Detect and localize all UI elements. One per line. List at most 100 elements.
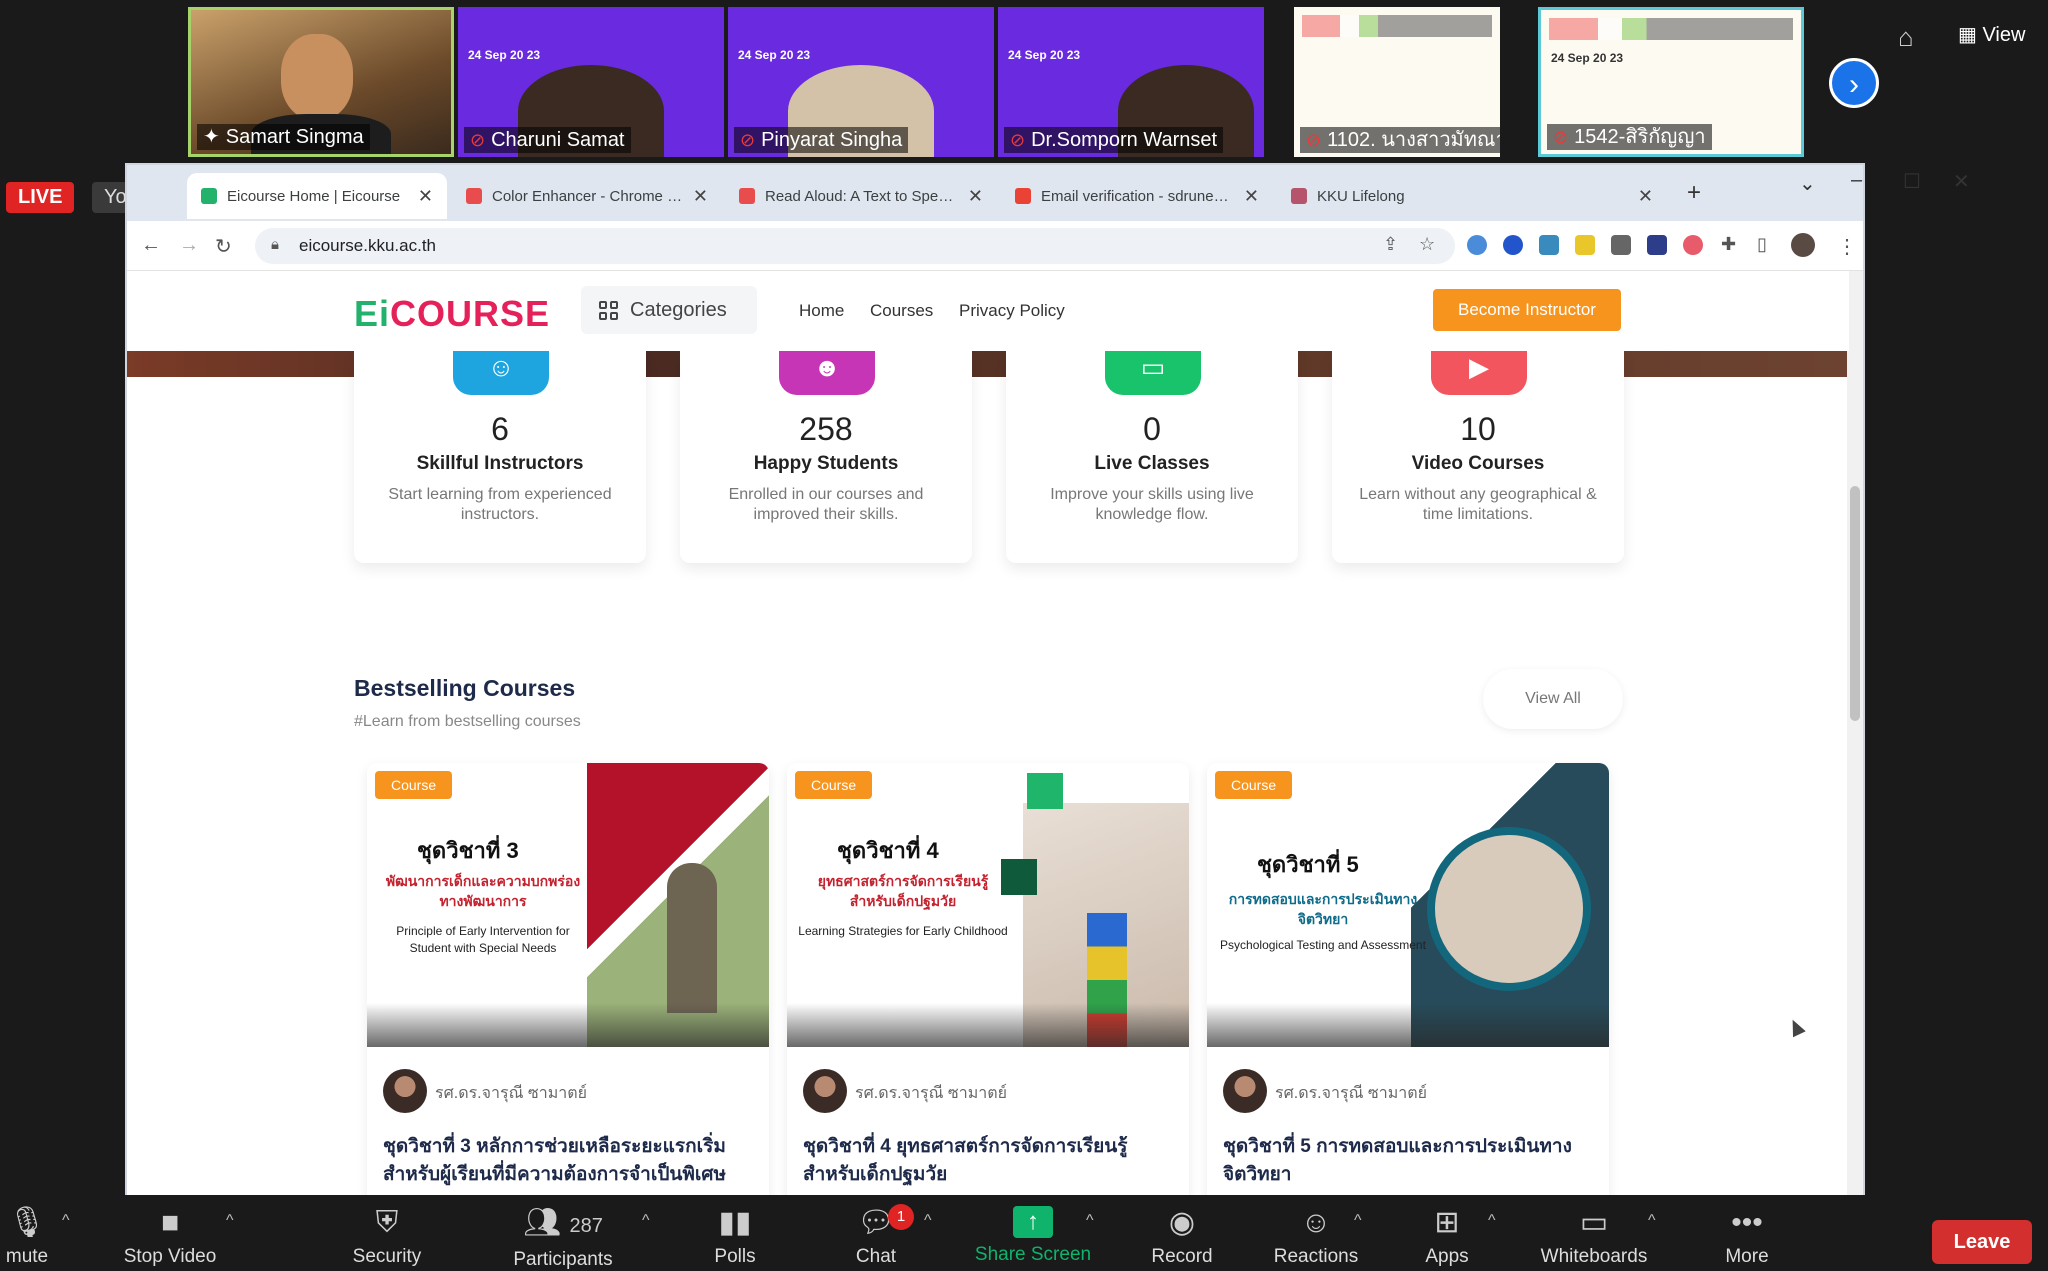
extension-icon[interactable] <box>1503 235 1523 255</box>
puzzle-icon[interactable]: ✚ <box>1721 234 1736 255</box>
become-instructor-button[interactable]: Become Instructor <box>1433 289 1621 331</box>
close-icon[interactable]: ✕ <box>1638 186 1653 207</box>
thumbnail-title: ชุดวิชาที่ 4 <box>837 838 939 863</box>
stat-description: Start learning from experienced instruct… <box>388 486 612 523</box>
reload-icon[interactable]: ↻ <box>215 234 232 259</box>
tab-read-aloud[interactable]: Read Aloud: A Text to Speech Vo ✕ <box>725 173 997 219</box>
extension-icon[interactable] <box>1647 235 1667 255</box>
tab-search-icon[interactable]: ⌄ <box>1799 171 1816 196</box>
grid-icon: ▦ <box>1958 24 1983 46</box>
close-icon[interactable]: ✕ <box>693 186 708 207</box>
nav-privacy-policy[interactable]: Privacy Policy <box>959 301 1065 321</box>
tab-kku-lifelong[interactable]: KKU Lifelong ✕ <box>1277 173 1667 219</box>
stat-description: Improve your skills using live knowledge… <box>1050 486 1254 523</box>
participants-button[interactable]: 👥︎ 287 Participants <box>500 1206 626 1271</box>
chevron-up-icon[interactable]: ^ <box>924 1212 932 1230</box>
view-all-button[interactable]: View All <box>1483 669 1623 729</box>
extension-icon[interactable] <box>1575 235 1595 255</box>
security-button[interactable]: ⛨ Security <box>342 1206 432 1268</box>
chevron-up-icon[interactable]: ^ <box>1488 1212 1496 1230</box>
minimize-icon[interactable]: – <box>1851 169 1862 192</box>
tab-eicourse[interactable]: Eicourse Home | Eicourse ✕ <box>187 173 447 219</box>
categories-button[interactable]: Categories <box>581 286 757 334</box>
chevron-up-icon[interactable]: ^ <box>226 1212 234 1230</box>
tab-email-verification[interactable]: Email verification - sdruned@gm ✕ <box>1001 173 1273 219</box>
share-screen-button[interactable]: ↑ Share Screen <box>966 1206 1100 1266</box>
scrollbar[interactable] <box>1847 271 1863 1195</box>
site-logo[interactable]: EiCOURSE <box>354 293 550 335</box>
whiteboards-button[interactable]: ▭ Whiteboards <box>1532 1206 1656 1268</box>
tab-favicon <box>466 188 482 204</box>
chevron-up-icon[interactable]: ^ <box>642 1212 650 1230</box>
video-tile[interactable]: 24 Sep 20 23 ⊘ Charuni Samat <box>458 7 724 157</box>
scrollbar-thumb[interactable] <box>1850 486 1860 721</box>
extension-icon[interactable] <box>1539 235 1559 255</box>
author-avatar <box>383 1069 427 1113</box>
chevron-up-icon[interactable]: ^ <box>1354 1212 1362 1230</box>
close-window-icon[interactable]: ✕ <box>1953 169 1970 194</box>
video-tile[interactable]: ✦ Samart Singma <box>188 7 454 157</box>
course-title[interactable]: ชุดวิชาที่ 3 หลักการช่วยเหลือระยะแรกเริ่… <box>383 1133 757 1189</box>
immersive-view-icon[interactable]: ⌂ <box>1898 22 1914 53</box>
close-icon[interactable]: ✕ <box>1244 186 1259 207</box>
chevron-up-icon[interactable]: ^ <box>1086 1212 1094 1230</box>
sidepanel-icon[interactable]: ▯ <box>1757 234 1767 255</box>
apps-label: Apps <box>1425 1246 1469 1267</box>
apps-button[interactable]: ⊞ Apps <box>1412 1206 1482 1268</box>
course-title[interactable]: ชุดวิชาที่ 5 การทดสอบและการประเมินทางจิต… <box>1223 1133 1597 1189</box>
reactions-button[interactable]: ☺ Reactions <box>1268 1206 1364 1268</box>
leave-button[interactable]: Leave <box>1932 1220 2032 1264</box>
share-icon[interactable]: ⇪ <box>1383 234 1398 255</box>
bar-chart-icon: ▮▮ <box>718 1206 752 1239</box>
bookmark-star-icon[interactable]: ☆ <box>1419 234 1435 255</box>
course-card[interactable]: ชุดวิชาที่ 5 การทดสอบและการประเมินทางจิต… <box>1207 763 1609 1195</box>
record-button[interactable]: ◉ Record <box>1144 1206 1220 1268</box>
nav-courses[interactable]: Courses <box>870 301 933 321</box>
ellipsis-icon: ••• <box>1731 1206 1763 1239</box>
participant-name: ⊘ Pinyarat Singha <box>734 127 909 153</box>
mute-button[interactable]: 🎙︎ mute <box>0 1206 54 1268</box>
stop-video-button[interactable]: ■ Stop Video <box>110 1206 230 1268</box>
more-button[interactable]: ••• More <box>1712 1206 1782 1268</box>
view-button[interactable]: ▦ View <box>1958 22 2025 47</box>
forward-icon[interactable]: → <box>179 234 199 257</box>
close-icon[interactable]: ✕ <box>968 186 983 207</box>
maximize-icon[interactable]: ☐ <box>1903 169 1921 194</box>
extension-icon[interactable] <box>1683 235 1703 255</box>
course-tag: Course <box>795 771 873 799</box>
categories-label: Categories <box>630 298 727 321</box>
nav-home[interactable]: Home <box>799 301 844 321</box>
polls-button[interactable]: ▮▮ Polls <box>700 1206 770 1268</box>
author-name: รศ.ดร.จารุณี ซามาตย์ <box>435 1085 588 1102</box>
close-icon[interactable]: ✕ <box>418 186 433 207</box>
kebab-menu-icon[interactable]: ⋮ <box>1837 234 1857 259</box>
next-page-button[interactable]: › <box>1829 58 1879 108</box>
thumbnail-title: ชุดวิชาที่ 5 <box>1257 852 1359 877</box>
camera-icon: ■ <box>160 1206 180 1239</box>
chat-button[interactable]: 💬︎ 1 Chat <box>838 1204 914 1268</box>
record-icon: ◉ <box>1168 1206 1196 1239</box>
video-tile[interactable]: ⊘1102. นางสาวมัทณา อ่อนนิ่ม <box>1294 7 1500 157</box>
url-field[interactable]: 🔒︎ eicourse.kku.ac.th <box>255 228 1455 264</box>
video-tile[interactable]: 24 Sep 20 23 ⊘ Dr.Somporn Warnset <box>998 7 1264 157</box>
author-name: รศ.ดร.จารุณี ซามาตย์ <box>855 1085 1008 1102</box>
video-tile[interactable]: 24 Sep 20 23 ⊘ 1542-สิริกัญญา <box>1538 7 1804 157</box>
extension-icon[interactable] <box>1611 235 1631 255</box>
chevron-up-icon[interactable]: ^ <box>62 1212 70 1230</box>
video-tile[interactable]: 24 Sep 20 23 ⊘ Pinyarat Singha <box>728 7 994 157</box>
live-badge[interactable]: LIVE <box>6 182 75 213</box>
course-card[interactable]: ชุดวิชาที่ 3 พัฒนาการเด็กและความบกพร่องท… <box>367 763 769 1195</box>
stat-title: Live Classes <box>1094 453 1210 474</box>
course-title[interactable]: ชุดวิชาที่ 4 ยุทธศาสตร์การจัดการเรียนรู้… <box>803 1133 1177 1189</box>
participant-name: ⊘ Charuni Samat <box>464 127 631 153</box>
extension-icon[interactable] <box>1467 235 1487 255</box>
gmail-icon <box>1015 188 1031 204</box>
tab-color-enhancer[interactable]: Color Enhancer - Chrome Web S ✕ <box>452 173 722 219</box>
back-icon[interactable]: ← <box>141 234 161 257</box>
course-card[interactable]: ชุดวิชาที่ 4 ยุทธศาสตร์การจัดการเรียนรู้… <box>787 763 1189 1195</box>
profile-avatar[interactable] <box>1791 233 1815 257</box>
new-tab-button[interactable]: + <box>1687 179 1701 207</box>
chevron-up-icon[interactable]: ^ <box>1648 1212 1656 1230</box>
tab-label: Eicourse Home | Eicourse <box>227 187 401 205</box>
record-label: Record <box>1151 1246 1213 1267</box>
